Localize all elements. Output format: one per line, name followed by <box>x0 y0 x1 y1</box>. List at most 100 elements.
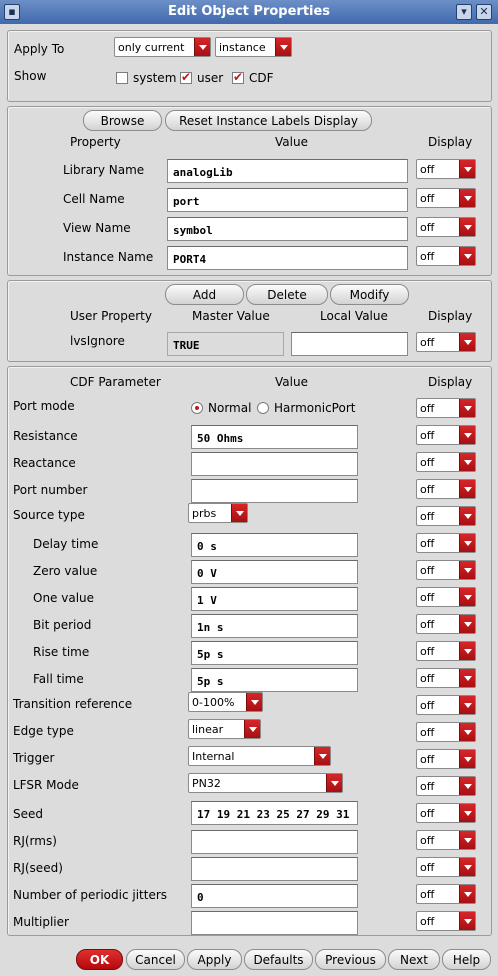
apply-button[interactable]: Apply <box>187 949 242 970</box>
chevron-down-icon <box>459 912 475 930</box>
chevron-down-icon <box>459 642 475 660</box>
reactance-label: Reactance <box>13 456 76 470</box>
source-type-display-select[interactable]: off <box>416 506 476 526</box>
zero-value-display-select[interactable]: off <box>416 560 476 580</box>
chevron-down-icon <box>459 777 475 795</box>
system-checkbox-label: system <box>133 71 177 85</box>
ok-button[interactable]: OK <box>76 949 123 970</box>
chevron-down-icon <box>459 218 475 236</box>
edge-type-display-select[interactable]: off <box>416 722 476 742</box>
edge-type-select[interactable]: linear <box>188 719 261 739</box>
lvs-ignore-display-select[interactable]: off <box>416 332 476 352</box>
bit-period-field[interactable]: 1n s <box>191 614 358 638</box>
fall-time-field[interactable]: 5p s <box>191 668 358 692</box>
multiplier-display-select[interactable]: off <box>416 911 476 931</box>
edge-type-label: Edge type <box>13 724 74 738</box>
bit-period-display-select[interactable]: off <box>416 614 476 634</box>
display-value: off <box>420 510 435 523</box>
lvs-ignore-label: lvsIgnore <box>70 334 125 348</box>
chevron-down-icon <box>459 561 475 579</box>
lvs-ignore-local-value[interactable] <box>291 332 408 356</box>
seed-field[interactable]: 17 19 21 23 25 27 29 31 <box>191 801 358 825</box>
display-value: off <box>420 564 435 577</box>
apply-scope-select[interactable]: only current <box>114 37 211 57</box>
port-mode-label: Port mode <box>13 399 75 413</box>
chevron-down-icon <box>459 160 475 178</box>
lfsr-mode-display-select[interactable]: off <box>416 776 476 796</box>
reactance-display-select[interactable]: off <box>416 452 476 472</box>
periodic-jitters-display-select[interactable]: off <box>416 884 476 904</box>
apply-target-select[interactable]: instance <box>215 37 292 57</box>
transition-reference-display-select[interactable]: off <box>416 695 476 715</box>
add-button[interactable]: Add <box>165 284 244 305</box>
close-icon[interactable]: ✕ <box>476 4 492 20</box>
normal-radio[interactable] <box>191 402 203 414</box>
system-checkbox[interactable] <box>116 72 128 84</box>
transition-reference-value: 0-100% <box>192 696 235 709</box>
delete-button[interactable]: Delete <box>246 284 328 305</box>
library-name-display-select[interactable]: off <box>416 159 476 179</box>
rj-rms-display-select[interactable]: off <box>416 830 476 850</box>
periodic-jitters-field[interactable]: 0 <box>191 884 358 908</box>
browse-button[interactable]: Browse <box>83 110 162 131</box>
display-value: off <box>420 726 435 739</box>
resistance-field[interactable]: 50 Ohms <box>191 425 358 449</box>
trigger-select[interactable]: Internal <box>188 746 331 766</box>
instance-name-field[interactable]: PORT4 <box>167 246 408 270</box>
user-checkbox[interactable] <box>180 70 192 84</box>
cell-name-field[interactable]: port <box>167 188 408 212</box>
delay-time-label: Delay time <box>33 537 99 551</box>
resistance-display-select[interactable]: off <box>416 425 476 445</box>
rj-rms-field[interactable] <box>191 830 358 854</box>
previous-button[interactable]: Previous <box>315 949 386 970</box>
cdf-checkbox-label: CDF <box>249 71 274 85</box>
lfsr-mode-label: LFSR Mode <box>13 778 79 792</box>
chevron-down-icon <box>459 534 475 552</box>
port-number-display-select[interactable]: off <box>416 479 476 499</box>
view-name-display-select[interactable]: off <box>416 217 476 237</box>
rise-time-display-select[interactable]: off <box>416 641 476 661</box>
harmonic-port-radio[interactable] <box>257 402 269 414</box>
apply-target-value: instance <box>219 41 266 54</box>
delay-time-display-select[interactable]: off <box>416 533 476 553</box>
trigger-value: Internal <box>192 750 235 763</box>
modify-button[interactable]: Modify <box>330 284 409 305</box>
trigger-display-select[interactable]: off <box>416 749 476 769</box>
reactance-field[interactable] <box>191 452 358 476</box>
reset-labels-button[interactable]: Reset Instance Labels Display <box>165 110 372 131</box>
local-value-column-header: Local Value <box>320 309 388 323</box>
rj-seed-display-select[interactable]: off <box>416 857 476 877</box>
cdf-checkbox[interactable] <box>232 70 244 84</box>
transition-reference-select[interactable]: 0-100% <box>188 692 263 712</box>
seed-display-select[interactable]: off <box>416 803 476 823</box>
cell-name-display-select[interactable]: off <box>416 188 476 208</box>
delay-time-field[interactable]: 0 s <box>191 533 358 557</box>
port-mode-display-select[interactable]: off <box>416 398 476 418</box>
multiplier-field[interactable] <box>191 911 358 935</box>
source-type-select[interactable]: prbs <box>188 503 248 523</box>
library-name-field[interactable]: analogLib <box>167 159 408 183</box>
chevron-down-icon <box>459 480 475 498</box>
user-checkbox-label: user <box>197 71 224 85</box>
view-name-field[interactable]: symbol <box>167 217 408 241</box>
display-value: off <box>420 618 435 631</box>
one-value-display-select[interactable]: off <box>416 587 476 607</box>
rj-seed-field[interactable] <box>191 857 358 881</box>
rise-time-field[interactable]: 5p s <box>191 641 358 665</box>
display-value: off <box>420 780 435 793</box>
fall-time-display-select[interactable]: off <box>416 668 476 688</box>
defaults-button[interactable]: Defaults <box>244 949 313 970</box>
chevron-down-icon <box>459 588 475 606</box>
minimize-icon[interactable]: ▾ <box>456 4 472 20</box>
source-type-label: Source type <box>13 508 85 522</box>
zero-value-field[interactable]: 0 V <box>191 560 358 584</box>
lfsr-mode-select[interactable]: PN32 <box>188 773 343 793</box>
one-value-field[interactable]: 1 V <box>191 587 358 611</box>
port-number-field[interactable] <box>191 479 358 503</box>
help-button[interactable]: Help <box>442 949 491 970</box>
instance-name-display-select[interactable]: off <box>416 246 476 266</box>
chevron-down-icon <box>459 750 475 768</box>
cancel-button[interactable]: Cancel <box>126 949 185 970</box>
next-button[interactable]: Next <box>388 949 440 970</box>
title-bar[interactable]: ▪ Edit Object Properties ▾ ✕ <box>0 0 498 24</box>
